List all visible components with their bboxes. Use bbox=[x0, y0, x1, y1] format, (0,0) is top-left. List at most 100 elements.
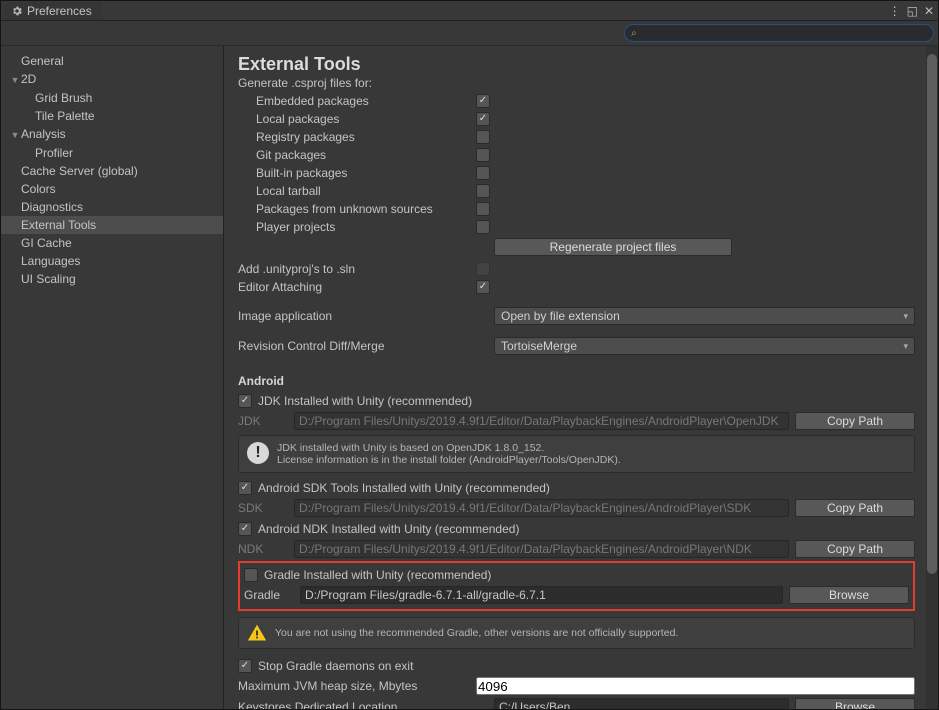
jdk-field-label: JDK bbox=[238, 414, 288, 428]
jdk-info-box: ! JDK installed with Unity is based on O… bbox=[238, 435, 915, 473]
main-panel: External Tools Generate .csproj files fo… bbox=[224, 46, 938, 709]
keystore-path-input[interactable] bbox=[494, 698, 789, 709]
regenerate-button[interactable]: Regenerate project files bbox=[494, 238, 732, 256]
ndk-installed-checkbox[interactable]: ✓ bbox=[238, 522, 252, 536]
editor-attaching-label: Editor Attaching bbox=[238, 280, 476, 294]
keystore-label: Keystores Dedicated Location bbox=[238, 700, 488, 709]
csproj-header: Generate .csproj files for: bbox=[238, 76, 915, 90]
sidebar-item-label: Languages bbox=[21, 254, 80, 268]
jvm-heap-label: Maximum JVM heap size, Mbytes bbox=[238, 679, 476, 693]
csproj-label: Registry packages bbox=[256, 130, 476, 144]
search-field-wrap[interactable]: ⌕ bbox=[624, 24, 934, 42]
gradle-installed-label: Gradle Installed with Unity (recommended… bbox=[264, 568, 909, 582]
image-app-select[interactable]: Open by file extension ▾ bbox=[494, 307, 915, 325]
sdk-installed-label: Android SDK Tools Installed with Unity (… bbox=[258, 481, 915, 495]
gradle-path-input[interactable] bbox=[300, 586, 783, 604]
csproj-checkbox[interactable] bbox=[476, 184, 490, 198]
foldout-icon[interactable]: ▼ bbox=[9, 72, 21, 88]
csproj-checkbox[interactable] bbox=[476, 202, 490, 216]
ndk-installed-label: Android NDK Installed with Unity (recomm… bbox=[258, 522, 915, 536]
sdk-field-label: SDK bbox=[238, 501, 288, 515]
sidebar-item-languages[interactable]: Languages bbox=[1, 252, 223, 270]
jdk-info-l2: License information is in the install fo… bbox=[277, 454, 621, 466]
csproj-checkbox[interactable] bbox=[476, 220, 490, 234]
sidebar-item-label: Grid Brush bbox=[35, 91, 92, 105]
csproj-label: Built-in packages bbox=[256, 166, 476, 180]
editor-attaching-checkbox[interactable]: ✓ bbox=[476, 280, 490, 294]
csproj-checkbox[interactable]: ✓ bbox=[476, 94, 490, 108]
sidebar-item-gi-cache[interactable]: GI Cache bbox=[1, 234, 223, 252]
scrollbar[interactable] bbox=[926, 46, 938, 709]
sidebar-item-label: Analysis bbox=[21, 127, 66, 141]
sidebar-item-label: Cache Server (global) bbox=[21, 164, 138, 178]
jvm-heap-input[interactable] bbox=[476, 677, 915, 695]
add-unityproj-checkbox bbox=[476, 262, 490, 276]
gradle-highlight: Gradle Installed with Unity (recommended… bbox=[238, 561, 915, 611]
android-header: Android bbox=[238, 374, 915, 388]
gradle-warning-text: You are not using the recommended Gradle… bbox=[275, 627, 678, 639]
sdk-installed-checkbox[interactable]: ✓ bbox=[238, 481, 252, 495]
search-icon: ⌕ bbox=[631, 28, 637, 39]
image-app-value: Open by file extension bbox=[501, 309, 620, 323]
window-title: Preferences bbox=[27, 4, 92, 18]
window-tab[interactable]: Preferences bbox=[5, 2, 102, 20]
gradle-browse-button[interactable]: Browse bbox=[789, 586, 909, 604]
titlebar: Preferences ⋮ ◱ ✕ bbox=[1, 1, 938, 21]
sidebar-item-label: External Tools bbox=[21, 218, 96, 232]
keystore-browse-button[interactable]: Browse bbox=[795, 698, 915, 709]
search-bar: ⌕ bbox=[1, 21, 938, 46]
sidebar-item-label: GI Cache bbox=[21, 236, 72, 250]
csproj-checkbox[interactable] bbox=[476, 130, 490, 144]
sdk-path-input[interactable] bbox=[294, 499, 789, 517]
sidebar-item-label: Diagnostics bbox=[21, 200, 83, 214]
page-title: External Tools bbox=[238, 54, 915, 75]
add-unityproj-label: Add .unityproj's to .sln bbox=[238, 262, 476, 276]
gradle-field-label: Gradle bbox=[244, 588, 294, 602]
gear-icon bbox=[11, 5, 23, 17]
sidebar-item-profiler[interactable]: Profiler bbox=[1, 144, 223, 162]
sidebar-item-general[interactable]: General bbox=[1, 52, 223, 70]
jdk-installed-checkbox[interactable]: ✓ bbox=[238, 394, 252, 408]
csproj-label: Git packages bbox=[256, 148, 476, 162]
sidebar-item-tile-palette[interactable]: Tile Palette bbox=[1, 107, 223, 125]
stop-daemons-label: Stop Gradle daemons on exit bbox=[258, 659, 915, 673]
sidebar: General▼2DGrid BrushTile Palette▼Analysi… bbox=[1, 46, 224, 709]
jdk-info-l1: JDK installed with Unity is based on Ope… bbox=[277, 442, 621, 454]
kebab-icon[interactable]: ⋮ bbox=[889, 5, 901, 17]
sidebar-item-label: General bbox=[21, 54, 64, 68]
foldout-icon[interactable]: ▼ bbox=[9, 127, 21, 143]
diff-merge-select[interactable]: TortoiseMerge ▾ bbox=[494, 337, 915, 355]
sidebar-item-external-tools[interactable]: External Tools bbox=[1, 216, 223, 234]
gradle-installed-checkbox[interactable] bbox=[244, 568, 258, 582]
preferences-window: Preferences ⋮ ◱ ✕ ⌕ General ▼2D Grid Brush… bbox=[0, 0, 939, 710]
close-icon[interactable]: ✕ bbox=[924, 5, 934, 17]
csproj-label: Player projects bbox=[256, 220, 476, 234]
info-icon: ! bbox=[247, 442, 269, 464]
sidebar-item-cache-server-global-[interactable]: Cache Server (global) bbox=[1, 162, 223, 180]
csproj-checkbox[interactable] bbox=[476, 166, 490, 180]
sidebar-item-label: Profiler bbox=[35, 146, 73, 160]
sidebar-item-colors[interactable]: Colors bbox=[1, 180, 223, 198]
ndk-copy-button[interactable]: Copy Path bbox=[795, 540, 915, 558]
sidebar-item-label: Colors bbox=[21, 182, 56, 196]
jdk-copy-button[interactable]: Copy Path bbox=[795, 412, 915, 430]
sidebar-item-2d[interactable]: ▼2D bbox=[1, 70, 223, 89]
ndk-path-input[interactable] bbox=[294, 540, 789, 558]
search-input[interactable] bbox=[641, 27, 927, 39]
csproj-checkbox[interactable] bbox=[476, 148, 490, 162]
sidebar-item-grid-brush[interactable]: Grid Brush bbox=[1, 89, 223, 107]
chevron-down-icon: ▾ bbox=[903, 311, 908, 322]
stop-daemons-checkbox[interactable]: ✓ bbox=[238, 659, 252, 673]
csproj-checkbox[interactable]: ✓ bbox=[476, 112, 490, 126]
sidebar-item-analysis[interactable]: ▼Analysis bbox=[1, 125, 223, 144]
diff-merge-label: Revision Control Diff/Merge bbox=[238, 339, 494, 353]
jdk-path-input[interactable] bbox=[294, 412, 789, 430]
sdk-copy-button[interactable]: Copy Path bbox=[795, 499, 915, 517]
diff-merge-value: TortoiseMerge bbox=[501, 339, 577, 353]
sidebar-item-diagnostics[interactable]: Diagnostics bbox=[1, 198, 223, 216]
sidebar-item-ui-scaling[interactable]: UI Scaling bbox=[1, 270, 223, 288]
sidebar-item-label: Tile Palette bbox=[35, 109, 95, 123]
csproj-label: Local tarball bbox=[256, 184, 476, 198]
scrollbar-thumb[interactable] bbox=[927, 54, 937, 574]
popout-icon[interactable]: ◱ bbox=[907, 5, 918, 17]
